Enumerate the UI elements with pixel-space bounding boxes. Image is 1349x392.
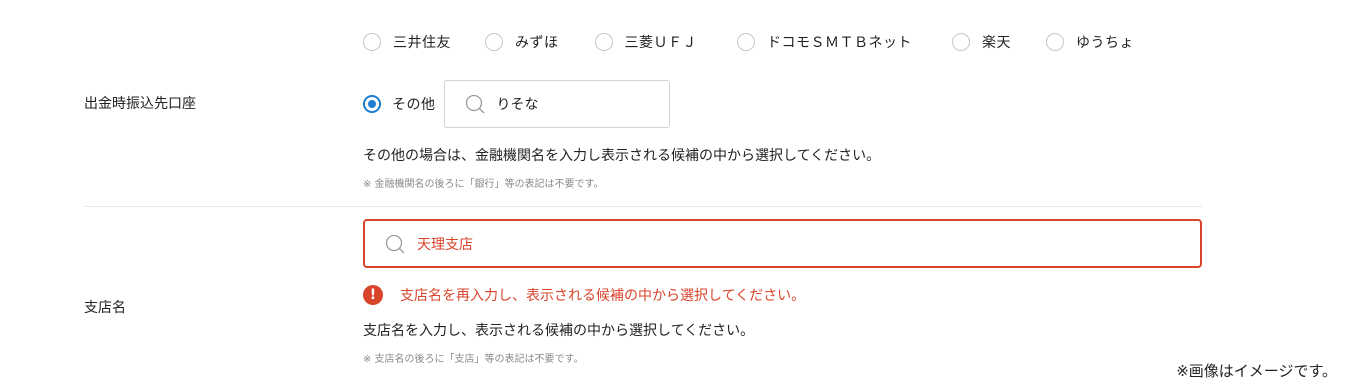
radio-label: 楽天 — [982, 35, 1011, 51]
branch-search-input[interactable]: 天理支店 — [363, 219, 1202, 268]
radio-label: みずほ — [515, 35, 559, 51]
branch-help-text: 支店名を入力し、表示される候補の中から選択してください。 — [363, 323, 755, 339]
branch-note-text: ※ 支店名の後ろに「支店」等の表記は不要です。 — [363, 354, 584, 365]
bank-help-text: その他の場合は、金融機関名を入力し表示される候補の中から選択してください。 — [363, 148, 881, 164]
branch-label: 支店名 — [84, 300, 126, 316]
payout-account-label: 出金時振込先口座 — [84, 96, 196, 112]
radio-option-mufg[interactable]: 三菱ＵＦＪ — [594, 32, 698, 52]
radio-label: ゆうちょ — [1076, 35, 1134, 51]
radio-button[interactable] — [485, 33, 503, 51]
section-divider — [84, 206, 1202, 207]
branch-search-value: 天理支店 — [417, 236, 473, 253]
exclamation-circle-icon: ! — [363, 285, 383, 305]
radio-button[interactable] — [594, 33, 613, 51]
bank-radio-group: 三井住友 みずほ 三菱ＵＦＪ ドコモＳＭＴＢネット 楽天 ゆうちょ — [363, 32, 1134, 52]
radio-button-selected[interactable] — [363, 95, 381, 113]
radio-label: ドコモＳＭＴＢネット — [767, 35, 912, 51]
radio-option-mitsui-sumitomo[interactable]: 三井住友 — [363, 32, 451, 52]
radio-option-docomo-smtb[interactable]: ドコモＳＭＴＢネット — [737, 32, 912, 52]
radio-label: その他 — [392, 97, 436, 113]
radio-option-rakuten[interactable]: 楽天 — [952, 32, 1011, 52]
radio-option-mizuho[interactable]: みずほ — [485, 32, 559, 52]
branch-error-text: 支店名を再入力し、表示される候補の中から選択してください。 — [400, 288, 806, 304]
bank-search-input[interactable]: りそな — [443, 80, 670, 128]
search-icon — [465, 94, 484, 114]
bank-search-value: りそな — [496, 97, 539, 113]
radio-option-other[interactable]: その他 — [363, 94, 436, 114]
bank-note-text: ※ 金融機関名の後ろに「銀行」等の表記は不要です。 — [363, 179, 604, 190]
branch-error-message: ! 支店名を再入力し、表示される候補の中から選択してください。 — [363, 285, 805, 305]
image-disclaimer: ※画像はイメージです。 — [1176, 362, 1337, 380]
search-icon — [385, 234, 405, 253]
radio-button[interactable] — [1046, 33, 1064, 51]
radio-option-yucho[interactable]: ゆうちょ — [1046, 32, 1134, 52]
radio-label: 三菱ＵＦＪ — [624, 35, 697, 51]
radio-button[interactable] — [952, 33, 970, 51]
radio-button[interactable] — [737, 33, 755, 51]
radio-button[interactable] — [363, 33, 381, 51]
radio-label: 三井住友 — [393, 35, 451, 51]
other-bank-row: その他 りそな — [363, 80, 670, 128]
